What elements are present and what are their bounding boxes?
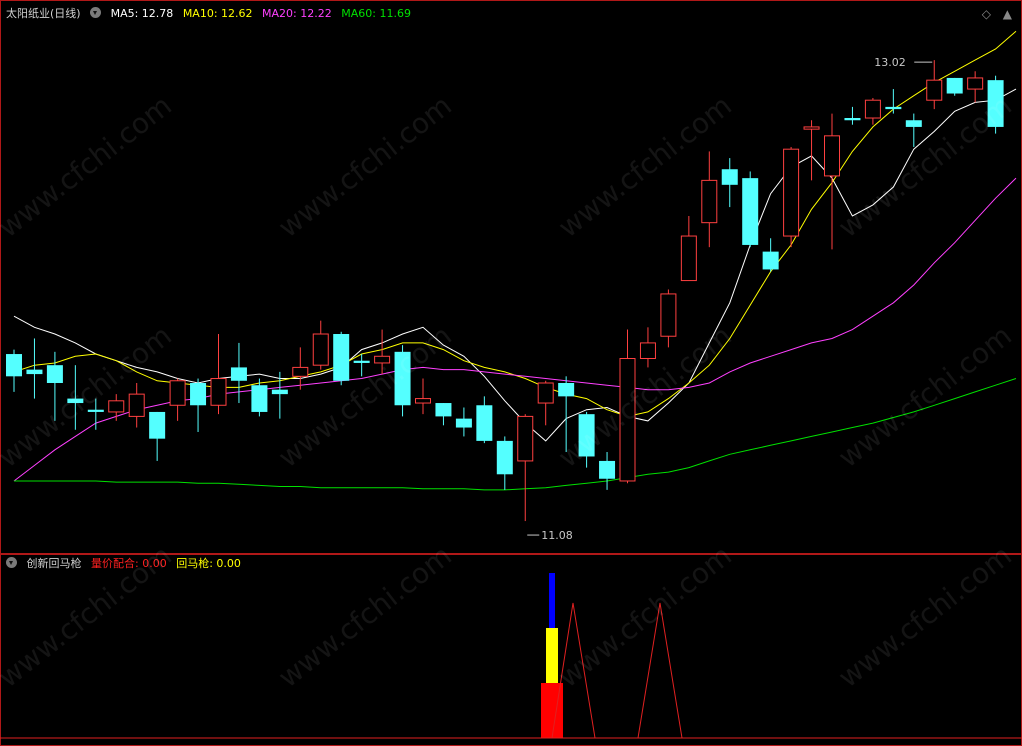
- bar-huimaqiang: [546, 628, 558, 683]
- dropdown-icon[interactable]: [6, 557, 17, 568]
- ma10-label: MA10: 12.62: [182, 7, 253, 20]
- candle-body-down: [987, 80, 1004, 127]
- indicator-name: 创新回马枪: [26, 557, 82, 570]
- main-legend: 太阳纸业(日线) MA5: 12.78 MA10: 12.62 MA20: 12…: [6, 7, 417, 21]
- candle-body-down: [885, 106, 902, 110]
- candle-body-down: [353, 360, 370, 363]
- candle-body-up: [701, 179, 718, 224]
- candle-body-up: [803, 126, 820, 130]
- candle-body-up: [783, 148, 800, 237]
- ma5-label: MA5: 12.78: [110, 7, 174, 20]
- candle-body-down: [230, 367, 247, 381]
- candle-body-up: [537, 382, 554, 404]
- dropdown-icon[interactable]: [90, 7, 102, 18]
- candle-body-down: [742, 178, 759, 245]
- candle-body-down: [333, 334, 350, 381]
- candle-body-down: [46, 365, 63, 383]
- candle-body-up: [374, 355, 391, 364]
- sub-legend: 创新回马枪 量价配合: 0.00 回马枪: 0.00: [6, 557, 247, 571]
- candle-body-up: [639, 342, 656, 360]
- candle-body-down: [496, 440, 513, 475]
- stock-title: 太阳纸业(日线): [6, 7, 81, 20]
- candle-body-up: [128, 393, 145, 417]
- candle-body-down: [67, 398, 84, 404]
- candle-body-down: [251, 385, 268, 412]
- ma60-label: MA60: 11.69: [341, 7, 411, 20]
- candle-body-down: [190, 382, 207, 406]
- bar-top: [549, 573, 555, 628]
- candle-body-up: [864, 99, 881, 119]
- indicator-item1: 量价配合: 0.00: [91, 557, 167, 570]
- candle-body-down: [394, 351, 411, 406]
- window-controls: ◇ ▲: [982, 7, 1012, 21]
- up-arrow-icon[interactable]: ▲: [1003, 7, 1012, 21]
- candle-body-down: [149, 411, 166, 439]
- candle-body-up: [926, 79, 943, 101]
- candle-body-down: [721, 169, 738, 185]
- candle-body-up: [169, 380, 186, 406]
- candle-body-up: [210, 378, 227, 406]
- low-marker-label: 11.08: [541, 529, 573, 542]
- candle-body-down: [762, 251, 779, 270]
- diamond-icon[interactable]: ◇: [982, 7, 991, 21]
- candle-body-up: [680, 235, 697, 282]
- candle-body-up: [415, 398, 431, 404]
- candle-body-down: [476, 405, 493, 441]
- candle-body-down: [905, 120, 922, 127]
- candle-body-down: [435, 403, 452, 417]
- candle-body-up: [967, 77, 984, 90]
- candle-body-up: [292, 366, 309, 377]
- candle-body-down: [6, 354, 22, 377]
- candle-body-down: [946, 77, 963, 94]
- ma20-label: MA20: 12.22: [262, 7, 332, 20]
- candle-body-up: [619, 358, 636, 482]
- candle-body-up: [824, 135, 840, 177]
- candle-body-up: [660, 293, 677, 337]
- high-marker-label: 13.02: [874, 56, 906, 69]
- candle-body-down: [26, 369, 43, 375]
- candle-body-down: [578, 414, 595, 457]
- candle-body-down: [844, 118, 861, 121]
- candle-body-down: [455, 418, 472, 428]
- candle-body-down: [558, 382, 575, 397]
- indicator-item2: 回马枪: 0.00: [176, 557, 241, 570]
- chart-frame: 13.02 11.08: [0, 0, 1022, 746]
- candle-body-down: [599, 460, 616, 479]
- candle-body-up: [312, 333, 329, 366]
- candle-body-down: [87, 409, 104, 412]
- candle-body-down: [271, 389, 288, 395]
- candle-body-up: [108, 400, 125, 413]
- candle-body-up: [517, 415, 534, 462]
